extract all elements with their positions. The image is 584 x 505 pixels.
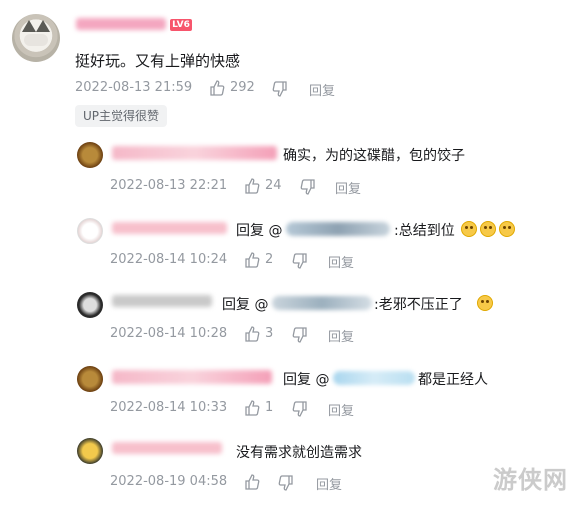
up-liked-tag: UP主觉得很赞 — [75, 105, 168, 127]
thumbs-up-icon[interactable] — [244, 474, 260, 490]
reply-text: :老邪不压正了 — [374, 297, 463, 313]
reply-button[interactable]: 回复 — [316, 474, 342, 493]
mention-blurred[interactable] — [286, 222, 390, 236]
reply-prefix: 回复 @ — [283, 372, 330, 388]
mention-blurred[interactable] — [333, 371, 415, 385]
thumbs-up-icon[interactable] — [244, 178, 260, 194]
thumbs-up-icon[interactable] — [244, 326, 260, 342]
timestamp: 2022-08-14 10:24 — [110, 252, 228, 267]
reply-prefix: 回复 @ — [236, 223, 283, 239]
reply-button[interactable]: 回复 — [328, 326, 354, 345]
like-count: 24 — [265, 178, 282, 193]
reply-button[interactable]: 回复 — [335, 178, 361, 197]
thumbs-up-icon[interactable] — [209, 80, 225, 96]
thumbs-down-icon[interactable] — [278, 475, 294, 491]
thumbs-down-icon[interactable] — [292, 401, 308, 417]
reply-button[interactable]: 回复 — [309, 80, 335, 99]
comment-text: 挺好玩。又有上弹的快感 — [75, 52, 241, 70]
timestamp: 2022-08-13 22:21 — [110, 178, 228, 193]
like-count: 292 — [230, 80, 255, 95]
username-blurred[interactable] — [112, 222, 227, 234]
reply-avatar[interactable] — [77, 218, 103, 244]
timestamp: 2022-08-13 21:59 — [75, 80, 193, 95]
avatar[interactable] — [12, 14, 60, 62]
reply-button[interactable]: 回复 — [328, 252, 354, 271]
timestamp: 2022-08-14 10:33 — [110, 400, 228, 415]
username-blurred[interactable] — [112, 442, 222, 454]
watermark: 游侠网 — [493, 466, 568, 494]
thumbs-down-icon[interactable] — [292, 327, 308, 343]
reply-avatar[interactable] — [77, 438, 103, 464]
reply-avatar[interactable] — [77, 142, 103, 168]
username-blurred[interactable] — [112, 146, 277, 160]
cat-emoji-icon — [499, 221, 515, 237]
thumbs-up-icon[interactable] — [244, 252, 260, 268]
timestamp: 2022-08-19 04:58 — [110, 474, 228, 489]
thumbs-down-icon[interactable] — [292, 253, 308, 269]
reply-avatar[interactable] — [77, 292, 103, 318]
smile-emoji-icon — [477, 295, 493, 311]
like-count: 3 — [265, 326, 274, 341]
mention-blurred[interactable] — [272, 296, 372, 310]
username-blurred[interactable] — [112, 295, 212, 307]
like-count: 1 — [265, 400, 274, 415]
thumbs-down-icon[interactable] — [300, 179, 316, 195]
like-count: 2 — [265, 252, 274, 267]
reply-text: 没有需求就创造需求 — [236, 445, 362, 461]
reply-avatar[interactable] — [77, 366, 103, 392]
reply-text: :总结到位 — [394, 223, 455, 239]
thumbs-up-icon[interactable] — [244, 400, 260, 416]
username-blurred[interactable] — [112, 370, 272, 384]
thumbs-down-icon[interactable] — [272, 81, 288, 97]
level-badge: LV6 — [170, 19, 192, 31]
reply-prefix: 回复 @ — [222, 297, 269, 313]
reply-text: 都是正经人 — [418, 372, 488, 388]
reply-text: 确实，为的这碟醋，包的饺子 — [283, 148, 465, 164]
cat-emoji-icon — [461, 221, 477, 237]
reply-button[interactable]: 回复 — [328, 400, 354, 419]
cat-emoji-icon — [480, 221, 496, 237]
timestamp: 2022-08-14 10:28 — [110, 326, 228, 341]
username-blurred[interactable] — [76, 18, 166, 30]
